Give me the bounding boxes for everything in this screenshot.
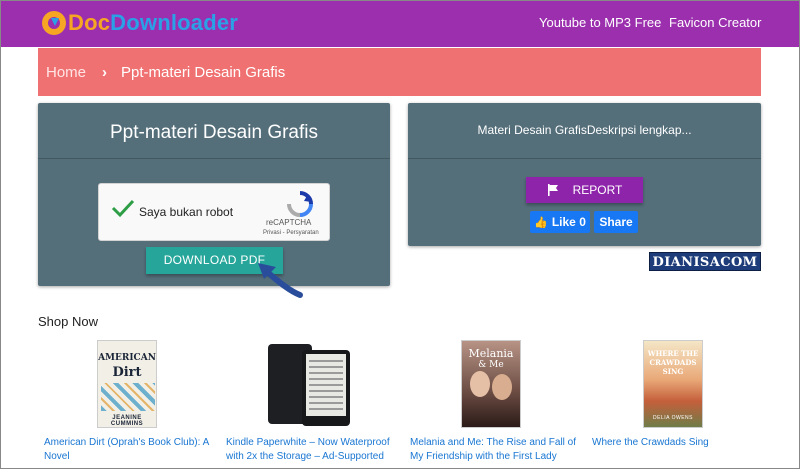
like-label: Like [551,215,576,229]
facebook-share-button[interactable]: Share [594,211,638,233]
chevron-right-icon: › [102,63,108,81]
report-button[interactable]: REPORT [526,177,643,203]
product-title-link[interactable]: Melania and Me: The Rise and Fall of My … [410,436,590,464]
info-panel: Materi Desain GrafisDeskripsi lengkap...… [408,103,761,246]
facebook-like-button[interactable]: 👍 Like 0 [530,211,590,233]
product-title-link[interactable]: Kindle Paperwhite – Now Waterproof with … [226,436,406,464]
logo-text: DocDownloader [68,10,239,35]
breadcrumb-current: Ppt-materi Desain Grafis [121,63,286,81]
checkmark-icon[interactable] [111,198,135,218]
nav-youtube-mp3[interactable]: Youtube to MP3 Free [539,15,661,30]
pointer-arrow-icon [258,263,303,298]
recaptcha-logo-icon [287,191,313,217]
product-title-link[interactable]: American Dirt (Oprah's Book Club): A Nov… [44,436,224,464]
recaptcha-widget[interactable]: Saya bukan robot reCAPTCHA Privasi - Per… [98,183,330,241]
product-title-link[interactable]: Where the Crawdads Sing [592,436,772,450]
like-count: 0 [579,215,586,229]
document-panel: Ppt-materi Desain Grafis Saya bukan robo… [38,103,390,286]
logo-icon [42,11,66,35]
captcha-terms[interactable]: Privasi - Persyaratan [263,230,319,236]
panel-divider [408,158,761,159]
breadcrumb-home[interactable]: Home [46,64,86,81]
document-description: Materi Desain GrafisDeskripsi lengkap... [477,123,692,137]
site-logo[interactable]: DocDownloader [42,10,238,36]
top-navbar: DocDownloader Youtube to MP3 Free Favico… [0,0,800,47]
book-cover-image[interactable]: AMERICAN Dirt JEANINE CUMMINS [97,340,157,428]
watermark-logo: DIANISACOM [649,252,761,271]
document-title: Ppt-materi Desain Grafis [109,122,318,143]
report-label: REPORT [572,183,623,197]
book-cover-image[interactable]: Melania & Me [461,340,521,428]
captcha-brand: reCAPTCHA [266,218,312,227]
book-cover-image[interactable]: WHERE THE CRAWDADS SING DELIA OWENS [643,340,703,428]
kindle-device-image[interactable] [266,340,351,428]
nav-favicon-creator[interactable]: Favicon Creator [669,15,761,30]
breadcrumb: Home › Ppt-materi Desain Grafis [38,48,761,96]
panel-divider [38,158,390,159]
shop-heading: Shop Now [38,314,98,329]
flag-icon [547,184,558,196]
captcha-label: Saya bukan robot [139,205,234,219]
thumbs-up-icon: 👍 [534,216,548,229]
